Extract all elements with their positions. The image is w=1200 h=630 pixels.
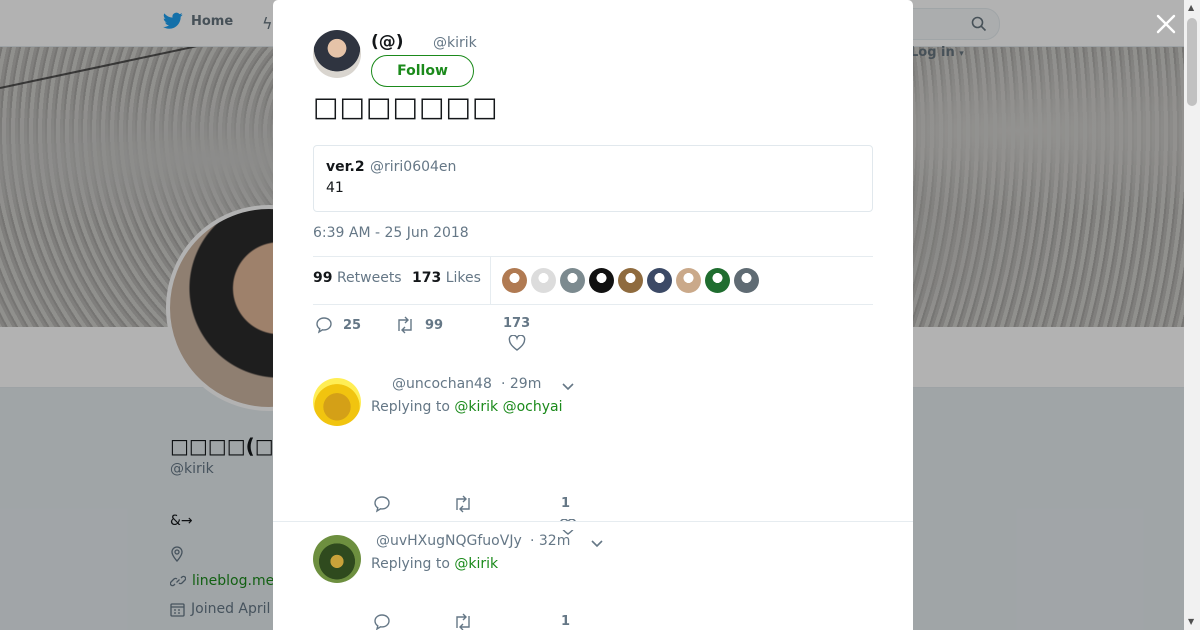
quoted-tweet-name: ver.2 (326, 159, 365, 175)
close-icon[interactable] (1154, 12, 1178, 36)
retweets-stat[interactable]: 99 Retweets (313, 270, 402, 286)
author-handle[interactable]: @kirik (433, 35, 477, 51)
liker-avatar[interactable] (531, 268, 556, 293)
reply-handle[interactable]: @uncochan48 (392, 376, 492, 392)
replying-prefix: Replying to (371, 556, 450, 572)
liker-avatar[interactable] (676, 268, 701, 293)
retweets-count: 99 (313, 270, 333, 286)
stats-divider (490, 257, 491, 304)
reply-separator (273, 521, 913, 522)
heart-icon (508, 335, 525, 351)
reply-mask (273, 521, 913, 530)
replying-to-handles[interactable]: @kirik (454, 556, 498, 572)
author-name[interactable]: (@) (371, 32, 404, 52)
like-count: 173 (503, 316, 531, 331)
retweet-icon[interactable] (453, 495, 473, 513)
scrollbar-thumb[interactable] (1187, 18, 1197, 106)
liker-avatar[interactable] (618, 268, 643, 293)
reply-like-count[interactable]: 1 (561, 614, 570, 629)
follow-button[interactable]: Follow (371, 55, 474, 87)
reply-action[interactable]: 25 (315, 316, 361, 334)
retweet-icon[interactable] (453, 613, 473, 630)
reply-like-count[interactable]: 1 (561, 496, 570, 511)
replying-to-handles[interactable]: @kirik @ochyai (454, 399, 562, 415)
retweet-action[interactable]: 99 (395, 316, 443, 334)
liker-avatar[interactable] (647, 268, 672, 293)
liker-avatar[interactable] (589, 268, 614, 293)
liker-avatar[interactable] (560, 268, 585, 293)
retweet-count: 99 (425, 317, 444, 333)
quoted-tweet-handle: @riri0604en (370, 159, 457, 175)
chevron-down-icon[interactable] (590, 536, 604, 550)
scroll-up-arrow-icon[interactable]: ▲ (1188, 3, 1194, 12)
reply-time[interactable]: · 32m (530, 533, 570, 549)
tweet-text: □□□□□□□ (313, 92, 499, 123)
likes-stat[interactable]: 173 Likes (412, 270, 481, 286)
tweet-modal: (@) @kirik Follow □□□□□□□ ver.2 @riri060… (273, 0, 913, 630)
replying-to: Replying to @kirik (371, 556, 498, 572)
scroll-down-arrow-icon[interactable]: ▼ (1188, 617, 1194, 626)
reply-avatar[interactable] (313, 378, 361, 426)
liker-avatar[interactable] (734, 268, 759, 293)
replying-to: Replying to @kirik @ochyai (371, 399, 562, 415)
liker-avatar[interactable] (705, 268, 730, 293)
reply-icon[interactable] (373, 495, 391, 513)
quoted-tweet-text: 41 (326, 180, 344, 196)
chevron-down-icon[interactable] (561, 379, 575, 393)
tweet-timestamp[interactable]: 6:39 AM - 25 Jun 2018 (313, 225, 469, 241)
reply-icon (316, 317, 332, 334)
retweet-icon (398, 316, 412, 334)
reply-avatar[interactable] (313, 535, 361, 583)
retweets-label: Retweets (336, 270, 402, 286)
liker-avatar[interactable] (502, 268, 527, 293)
reply-handle[interactable]: @uvHXugNQGfuoVJy (376, 533, 522, 549)
replying-prefix: Replying to (371, 399, 450, 415)
like-action[interactable]: 173 (503, 316, 530, 351)
likes-label: Likes (445, 270, 481, 286)
quoted-tweet[interactable]: ver.2 @riri0604en 41 (313, 145, 873, 212)
reply-time[interactable]: · 29m (501, 376, 541, 392)
tweet-stats: 99 Retweets 173 Likes (313, 256, 873, 305)
page-scrollbar[interactable]: ▲ ▼ (1184, 0, 1200, 630)
likes-count: 173 (412, 270, 442, 286)
reply-count: 25 (343, 317, 362, 333)
reply-icon[interactable] (373, 613, 391, 630)
author-avatar[interactable] (313, 30, 361, 78)
